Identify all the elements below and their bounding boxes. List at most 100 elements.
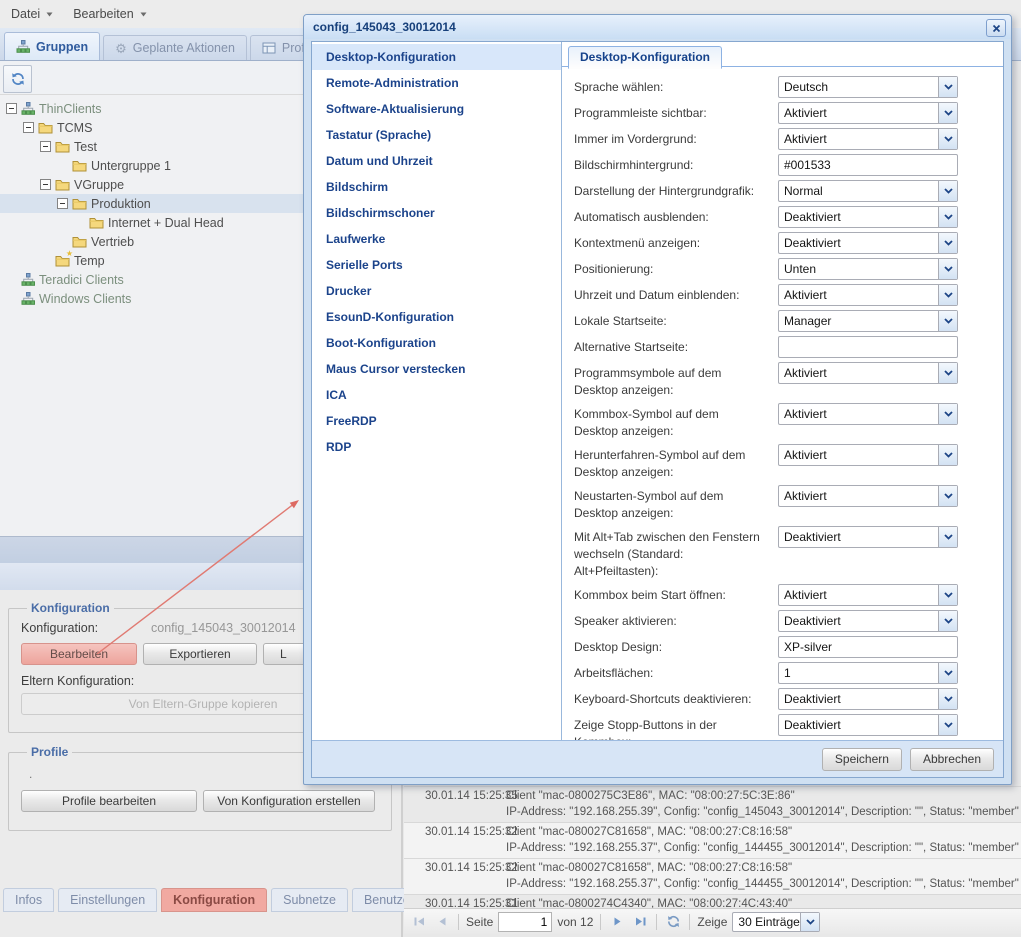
select-trigger[interactable] <box>938 181 957 201</box>
select-arbeitsfl-chen[interactable]: 1 <box>778 662 958 684</box>
select-herunterfahren-symbol-auf-dem-desktop-anzeigen[interactable]: Aktiviert <box>778 444 958 466</box>
collapse-icon[interactable] <box>23 122 36 133</box>
nav-item-freerdp[interactable]: FreeRDP <box>312 408 561 434</box>
select-value: Aktiviert <box>779 129 938 149</box>
select-trigger[interactable] <box>800 913 819 931</box>
select-positionierung[interactable]: Unten <box>778 258 958 280</box>
select-lokale-startseite[interactable]: Manager <box>778 310 958 332</box>
select-value: Unten <box>779 259 938 279</box>
select-trigger[interactable] <box>938 715 957 735</box>
first-page-button[interactable] <box>410 913 428 931</box>
select-sprache-w-hlen[interactable]: Deutsch <box>778 76 958 98</box>
previous-page-button[interactable] <box>433 913 451 931</box>
select-neustarten-symbol-auf-dem-desktop-anzeigen[interactable]: Aktiviert <box>778 485 958 507</box>
nav-item-boot-konfiguration[interactable]: Boot-Konfiguration <box>312 330 561 356</box>
nav-item-serielle-ports[interactable]: Serielle Ports <box>312 252 561 278</box>
select-trigger[interactable] <box>938 445 957 465</box>
profile-bearbeiten-button[interactable]: Profile bearbeiten <box>21 790 197 812</box>
nav-item-rdp[interactable]: RDP <box>312 434 561 460</box>
menu-bearbeiten[interactable]: Bearbeiten <box>64 3 155 25</box>
select-immer-im-vordergrund[interactable]: Aktiviert <box>778 128 958 150</box>
select-uhrzeit-und-datum-einblenden[interactable]: Aktiviert <box>778 284 958 306</box>
nav-item-drucker[interactable]: Drucker <box>312 278 561 304</box>
select-kontextmen-anzeigen[interactable]: Deaktiviert <box>778 232 958 254</box>
exportieren-button[interactable]: Exportieren <box>143 643 257 665</box>
tree-item-label: Untergruppe 1 <box>91 159 171 173</box>
select-trigger[interactable] <box>938 663 957 683</box>
log-message-line2: IP-Address: "192.168.255.37", Config: "c… <box>506 878 1019 890</box>
cancel-button[interactable]: Abbrechen <box>910 748 994 771</box>
nav-item-tastatur-sprache[interactable]: Tastatur (Sprache) <box>312 122 561 148</box>
select-mit-alt-tab-zwischen-den-fenstern-wechseln-standard-alt-pfeiltasten[interactable]: Deaktiviert <box>778 526 958 548</box>
select-trigger[interactable] <box>938 285 957 305</box>
log-row[interactable]: 30.01.14 15:25:32Client "mac-080027C8165… <box>404 858 1021 894</box>
tab-geplante-aktionen[interactable]: ⚙ Geplante Aktionen <box>103 35 247 60</box>
nav-item-ica[interactable]: ICA <box>312 382 561 408</box>
select-kommbox-symbol-auf-dem-desktop-anzeigen[interactable]: Aktiviert <box>778 403 958 425</box>
nav-item-datum-und-uhrzeit[interactable]: Datum und Uhrzeit <box>312 148 561 174</box>
tab-desktop-konfiguration[interactable]: Desktop-Konfiguration <box>568 46 722 69</box>
log-row[interactable]: 30.01.14 15:25:35Client "mac-0800275C3E8… <box>404 786 1021 822</box>
page-input[interactable] <box>498 912 552 932</box>
collapse-icon[interactable] <box>6 103 19 114</box>
select-trigger[interactable] <box>938 129 957 149</box>
page-size-select[interactable]: 30 Einträge <box>732 912 820 932</box>
select-speaker-aktivieren[interactable]: Deaktiviert <box>778 610 958 632</box>
select-trigger[interactable] <box>938 611 957 631</box>
select-trigger[interactable] <box>938 259 957 279</box>
nav-item-maus-cursor-verstecken[interactable]: Maus Cursor verstecken <box>312 356 561 382</box>
refresh-button[interactable] <box>3 65 32 93</box>
nav-item-software-aktualisierung[interactable]: Software-Aktualisierung <box>312 96 561 122</box>
select-darstellung-der-hintergrundgrafik[interactable]: Normal <box>778 180 958 202</box>
tree-item-label: Test <box>74 140 97 154</box>
select-trigger[interactable] <box>938 689 957 709</box>
select-programmsymbole-auf-dem-desktop-anzeigen[interactable]: Aktiviert <box>778 362 958 384</box>
select-automatisch-ausblenden[interactable]: Deaktiviert <box>778 206 958 228</box>
collapse-icon[interactable] <box>40 179 53 190</box>
input-desktop-design[interactable] <box>778 636 958 658</box>
select-keyboard-shortcuts-deaktivieren[interactable]: Deaktiviert <box>778 688 958 710</box>
select-kommbox-beim-start-ffnen[interactable]: Aktiviert <box>778 584 958 606</box>
nav-item-esound-konfiguration[interactable]: EsounD-Konfiguration <box>312 304 561 330</box>
nav-item-remote-administration[interactable]: Remote-Administration <box>312 70 561 96</box>
dialog-titlebar[interactable]: config_145043_30012014 <box>304 15 1011 39</box>
von-konfiguration-erstellen-button[interactable]: Von Konfiguration erstellen <box>203 790 375 812</box>
tab-einstellungen[interactable]: Einstellungen <box>58 888 157 912</box>
tab-subnetze[interactable]: Subnetze <box>271 888 348 912</box>
save-button[interactable]: Speichern <box>822 748 902 771</box>
select-trigger[interactable] <box>938 311 957 331</box>
collapse-icon[interactable] <box>40 141 53 152</box>
nav-item-bildschirmschoner[interactable]: Bildschirmschoner <box>312 200 561 226</box>
tab-gruppen[interactable]: Gruppen <box>4 32 100 60</box>
form-row: Herunterfahren-Symbol auf dem Desktop an… <box>574 444 993 481</box>
select-trigger[interactable] <box>938 363 957 383</box>
collapse-icon[interactable] <box>57 198 70 209</box>
nav-item-desktop-konfiguration[interactable]: Desktop-Konfiguration <box>312 44 561 70</box>
tab-infos[interactable]: Infos <box>3 888 54 912</box>
next-page-button[interactable] <box>608 913 626 931</box>
select-trigger[interactable] <box>938 404 957 424</box>
select-trigger[interactable] <box>938 585 957 605</box>
select-trigger[interactable] <box>938 527 957 547</box>
select-value: Deaktiviert <box>779 233 938 253</box>
input-bildschirmhintergrund[interactable] <box>778 154 958 176</box>
nav-item-laufwerke[interactable]: Laufwerke <box>312 226 561 252</box>
form-row: Desktop Design: <box>574 636 993 658</box>
bearbeiten-button[interactable]: Bearbeiten <box>21 643 137 665</box>
input-alternative-startseite[interactable] <box>778 336 958 358</box>
nav-item-bildschirm[interactable]: Bildschirm <box>312 174 561 200</box>
select-trigger[interactable] <box>938 233 957 253</box>
select-trigger[interactable] <box>938 207 957 227</box>
last-page-button[interactable] <box>631 913 649 931</box>
select-trigger[interactable] <box>938 486 957 506</box>
log-row[interactable]: 30.01.14 15:25:32Client "mac-080027C8165… <box>404 822 1021 858</box>
select-trigger[interactable] <box>938 103 957 123</box>
close-button[interactable] <box>986 19 1006 37</box>
refresh-log-button[interactable] <box>664 913 682 931</box>
select-programmleiste-sichtbar[interactable]: Aktiviert <box>778 102 958 124</box>
select-trigger[interactable] <box>938 77 957 97</box>
menu-datei[interactable]: Datei <box>2 3 62 25</box>
tab-konfiguration[interactable]: Konfiguration <box>161 888 267 912</box>
chevron-down-icon <box>944 292 953 298</box>
select-zeige-stopp-buttons-in-der-kommbox[interactable]: Deaktiviert <box>778 714 958 736</box>
